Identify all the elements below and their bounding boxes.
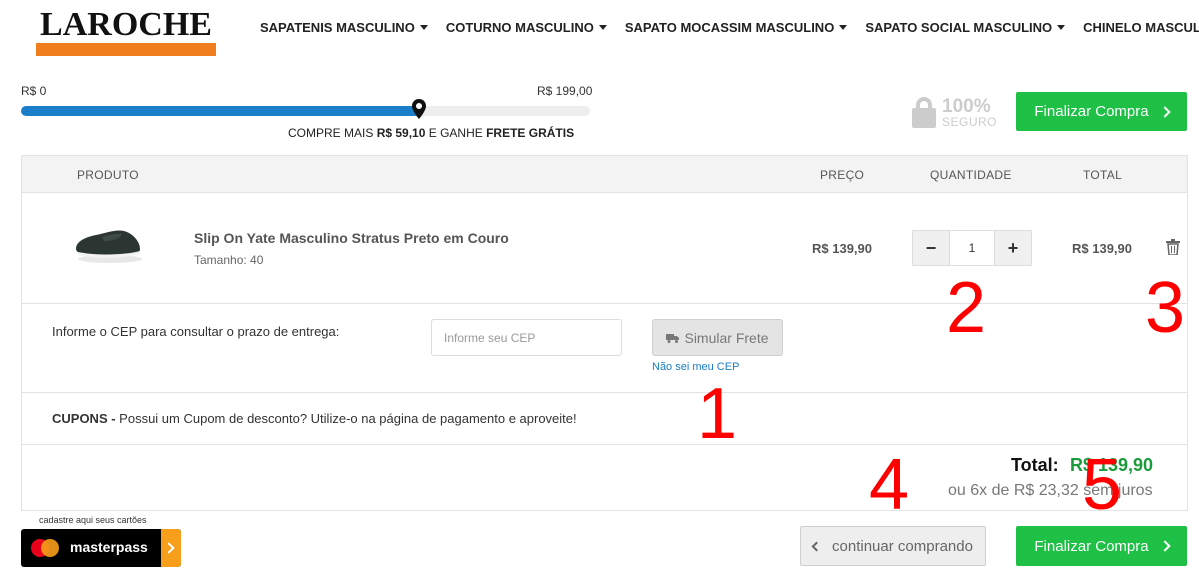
- main-nav: SAPATENIS MASCULINO COTURNO MASCULINO SA…: [260, 20, 1199, 35]
- annotation-5: 5: [1082, 445, 1123, 525]
- progress-fill: [21, 106, 420, 116]
- nav-item-coturno[interactable]: COTURNO MASCULINO: [446, 20, 607, 35]
- header-quantity: QUANTIDADE: [930, 168, 1012, 182]
- cart-table-header: PRODUTO PREÇO QUANTIDADE TOTAL: [22, 156, 1187, 193]
- checkout-button-top[interactable]: Finalizar Compra: [1016, 92, 1187, 131]
- free-shipping-message: COMPRE MAIS R$ 59,10 E GANHE FRETE GRÁTI…: [288, 126, 574, 140]
- annotation-3: 3: [1145, 268, 1186, 348]
- continue-shopping-button[interactable]: continuar comprando: [800, 526, 986, 566]
- cart-item-row: Slip On Yate Masculino Stratus Preto em …: [22, 193, 1187, 304]
- coupons-text: CUPONS - Possui um Cupom de desconto? Ut…: [52, 411, 577, 426]
- caret-down-icon: [1057, 25, 1066, 30]
- nav-item-social[interactable]: SAPATO SOCIAL MASCULINO: [865, 20, 1066, 35]
- mastercard-logo-orange: [41, 539, 59, 557]
- checkout-button-bottom[interactable]: Finalizar Compra: [1016, 526, 1187, 566]
- annotation-1: 1: [697, 374, 738, 454]
- logo-underline: [36, 43, 216, 56]
- increase-quantity-button[interactable]: +: [995, 231, 1031, 265]
- nav-item-chinelo[interactable]: CHINELO MASCULINO: [1083, 20, 1199, 35]
- product-name[interactable]: Slip On Yate Masculino Stratus Preto em …: [194, 230, 509, 246]
- caret-down-icon: [598, 25, 607, 30]
- free-shipping-label: FRETE GRÁTIS: [486, 126, 575, 140]
- quantity-stepper: − 1 +: [912, 230, 1032, 266]
- continue-shopping-label: continuar comprando: [832, 537, 973, 555]
- annotation-4: 4: [869, 445, 910, 525]
- free-shipping-amount: R$ 59,10: [376, 126, 426, 140]
- coupons-row: CUPONS - Possui um Cupom de desconto? Ut…: [22, 393, 1187, 445]
- product-size: Tamanho: 40: [194, 253, 264, 267]
- nav-item-label: CHINELO MASCULINO: [1083, 20, 1199, 35]
- masterpass-caption: cadastre aqui seus cartões: [39, 515, 147, 525]
- map-pin-icon: [412, 99, 427, 119]
- nav-item-label: SAPATO MOCASSIM MASCULINO: [624, 20, 835, 35]
- logo[interactable]: LAROCHE: [36, 8, 216, 58]
- simulate-shipping-button[interactable]: Simular Frete: [652, 319, 783, 356]
- checkout-button-label: Finalizar Compra: [1034, 103, 1149, 120]
- truck-icon: [666, 333, 680, 343]
- product-total: R$ 139,90: [1072, 241, 1132, 256]
- unknown-cep-link[interactable]: Não sei meu CEP: [652, 361, 739, 373]
- masterpass-arrow: [161, 529, 181, 567]
- nav-item-label: COTURNO MASCULINO: [445, 20, 594, 35]
- minus-icon: −: [925, 237, 937, 258]
- chevron-left-icon: [811, 541, 822, 551]
- coupons-heading: CUPONS -: [52, 411, 116, 426]
- annotation-2: 2: [946, 268, 987, 348]
- header-total: TOTAL: [1083, 168, 1123, 182]
- secure-label: SEGURO: [942, 115, 998, 129]
- nav-item-label: SAPATENIS MASCULINO: [260, 20, 415, 35]
- product-price: R$ 139,90: [812, 241, 872, 256]
- cep-input[interactable]: [431, 319, 622, 356]
- shipping-row: Informe o CEP para consultar o prazo de …: [22, 304, 1187, 393]
- caret-down-icon: [419, 25, 428, 30]
- cep-label: Informe o CEP para consultar o prazo de …: [52, 324, 340, 339]
- progress-min-label: R$ 0: [21, 84, 47, 98]
- caret-down-icon: [839, 25, 848, 30]
- decrease-quantity-button[interactable]: −: [913, 231, 949, 265]
- product-image[interactable]: [72, 219, 144, 267]
- header-product: PRODUTO: [77, 168, 139, 182]
- progress-max-label: R$ 199,00: [537, 84, 593, 98]
- masterpass-button[interactable]: masterpass: [21, 529, 181, 567]
- nav-item-mocassim[interactable]: SAPATO MOCASSIM MASCULINO: [624, 20, 848, 35]
- quantity-field[interactable]: 1: [949, 231, 995, 265]
- total-label: Total:: [1011, 455, 1059, 475]
- lock-icon-body: [912, 108, 936, 128]
- simulate-shipping-label: Simular Frete: [684, 329, 769, 346]
- nav-item-label: SAPATO SOCIAL MASCULINO: [865, 20, 1053, 35]
- chevron-right-icon: [1158, 540, 1171, 552]
- chevron-right-icon: [163, 542, 175, 554]
- chevron-right-icon: [1158, 105, 1171, 118]
- free-shipping-progress-bar: [21, 106, 590, 116]
- free-shipping-message-middle: E GANHE: [425, 126, 487, 140]
- logo-text: LAROCHE: [40, 6, 212, 43]
- nav-item-sapatenis[interactable]: SAPATENIS MASCULINO: [260, 20, 428, 35]
- trash-icon[interactable]: [1166, 239, 1180, 255]
- free-shipping-message-prefix: COMPRE MAIS: [288, 126, 377, 140]
- header-price: PREÇO: [820, 168, 865, 182]
- checkout-button-label: Finalizar Compra: [1034, 537, 1149, 555]
- masterpass-label: masterpass: [70, 539, 148, 555]
- secure-badge: 100% SEGURO: [910, 94, 1000, 130]
- plus-icon: +: [1007, 237, 1019, 258]
- coupons-message: Possui um Cupom de desconto? Utilize-o n…: [115, 411, 577, 426]
